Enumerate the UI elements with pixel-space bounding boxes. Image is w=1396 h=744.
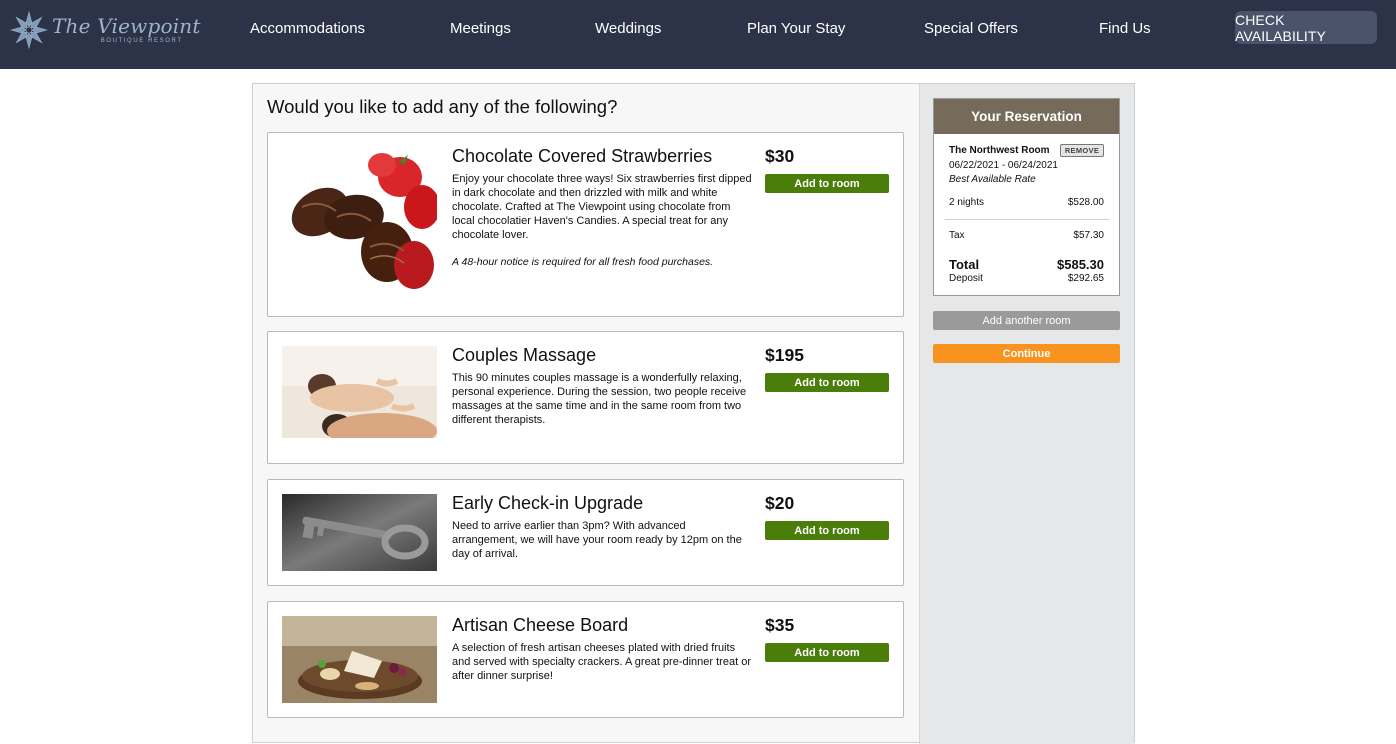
- addon-card-early-checkin: Early Check-in Upgrade Need to arrive ea…: [267, 479, 904, 586]
- addon-card-strawberries: Chocolate Covered Strawberries Enjoy you…: [267, 132, 904, 317]
- nights-label: 2 nights: [949, 197, 985, 208]
- add-to-room-button[interactable]: Add to room: [765, 643, 889, 662]
- add-to-room-button[interactable]: Add to room: [765, 174, 889, 193]
- summary-divider: [945, 219, 1109, 220]
- addons-heading: Would you like to add any of the followi…: [267, 96, 618, 117]
- continue-button[interactable]: Continue: [933, 344, 1120, 363]
- nav-weddings[interactable]: Weddings: [595, 20, 661, 37]
- addon-card-couples-massage: Couples Massage This 90 minutes couples …: [267, 331, 904, 464]
- addon-title: Couples Massage: [452, 345, 597, 365]
- total-label: Total: [949, 257, 980, 272]
- reservation-summary: Your Reservation The Northwest Room REMO…: [933, 98, 1120, 296]
- check-availability-button[interactable]: CHECK AVAILABILITY: [1235, 11, 1377, 44]
- addon-description: A selection of fresh artisan cheeses pla…: [452, 642, 751, 682]
- add-another-room-button[interactable]: Add another room: [933, 311, 1120, 330]
- stay-dates: 06/22/2021 - 06/24/2021: [949, 160, 1058, 171]
- nights-amount: $528.00: [1067, 197, 1104, 208]
- key-image: [282, 494, 437, 571]
- deposit-amount: $292.65: [1067, 273, 1104, 284]
- nav-find-us[interactable]: Find Us: [1099, 20, 1151, 37]
- addon-description: Need to arrive earlier than 3pm? With ad…: [452, 520, 742, 560]
- total-row: Total $585.30: [949, 257, 1104, 272]
- site-logo[interactable]: The Viewpoint BOUTIQUE RESORT: [10, 8, 201, 52]
- addon-price: $195: [765, 345, 804, 365]
- remove-room-button[interactable]: REMOVE: [1060, 144, 1104, 157]
- addon-price: $35: [765, 615, 795, 635]
- addon-card-cheese-board: Artisan Cheese Board A selection of fres…: [267, 601, 904, 718]
- tax-label: Tax: [949, 230, 965, 241]
- logo-name: The Viewpoint: [52, 14, 201, 38]
- tax-row: Tax $57.30: [949, 230, 1104, 241]
- addon-title: Chocolate Covered Strawberries: [452, 146, 713, 166]
- logo-text: The Viewpoint BOUTIQUE RESORT: [52, 16, 201, 44]
- cheese-board-image: [282, 616, 437, 703]
- nights-row: 2 nights $528.00: [949, 197, 1104, 208]
- logo-tagline: BOUTIQUE RESORT: [100, 38, 183, 44]
- tax-amount: $57.30: [1073, 230, 1104, 241]
- deposit-label: Deposit: [949, 273, 983, 284]
- addon-price: $20: [765, 493, 795, 513]
- strawberries-image: [282, 147, 437, 297]
- top-navigation-bar: The Viewpoint BOUTIQUE RESORT Accommodat…: [0, 0, 1396, 69]
- addon-title: Early Check-in Upgrade: [452, 493, 644, 513]
- nav-accommodations[interactable]: Accommodations: [250, 20, 365, 37]
- reservation-heading: Your Reservation: [934, 99, 1119, 134]
- nav-special-offers[interactable]: Special Offers: [924, 20, 1018, 37]
- massage-image: [282, 346, 437, 449]
- snowflake-logo-icon: [10, 10, 48, 50]
- room-name: The Northwest Room: [949, 145, 1050, 156]
- deposit-row: Deposit $292.65: [949, 273, 1104, 284]
- add-to-room-button[interactable]: Add to room: [765, 373, 889, 392]
- addon-description: Enjoy your chocolate three ways! Six str…: [452, 173, 752, 241]
- addon-description: This 90 minutes couples massage is a won…: [452, 372, 747, 426]
- nav-plan-your-stay[interactable]: Plan Your Stay: [747, 20, 845, 37]
- add-to-room-button[interactable]: Add to room: [765, 521, 889, 540]
- addon-note: A 48-hour notice is required for all fre…: [452, 256, 714, 268]
- addon-price: $30: [765, 146, 795, 166]
- rate-name: Best Available Rate: [949, 174, 1036, 185]
- addon-title: Artisan Cheese Board: [452, 615, 629, 635]
- nav-meetings[interactable]: Meetings: [450, 20, 511, 37]
- total-amount: $585.30: [1057, 257, 1104, 272]
